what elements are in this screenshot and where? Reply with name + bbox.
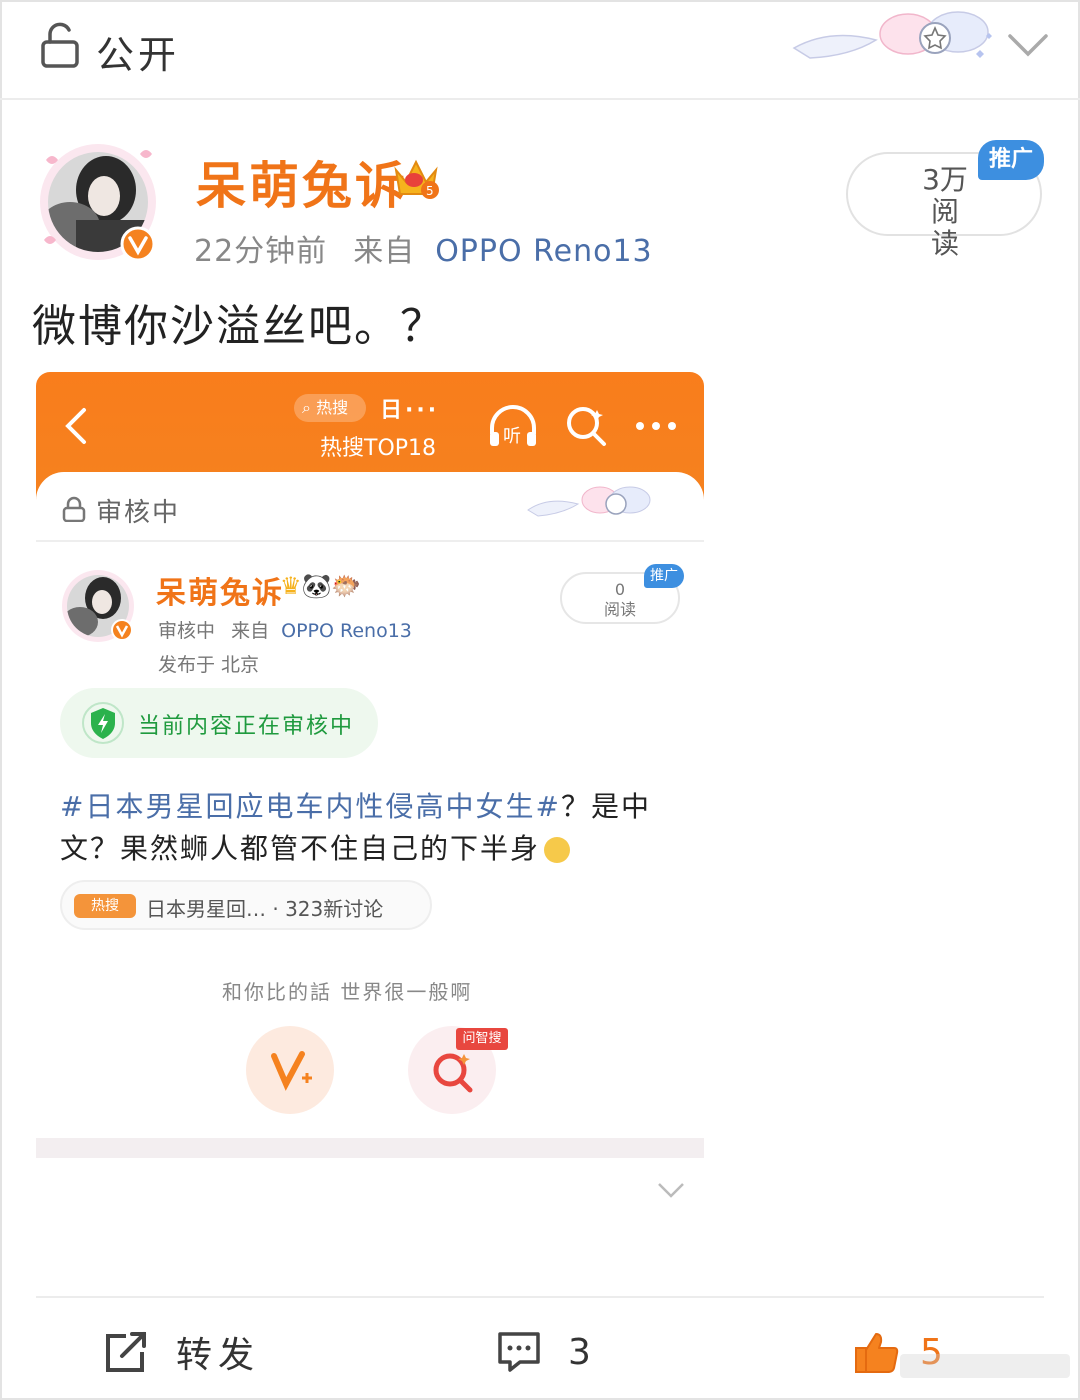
back-arrow-icon (65, 408, 86, 444)
chevron-down-icon[interactable] (1006, 30, 1050, 60)
post-from-label: 来自 (353, 234, 416, 269)
svg-text:5: 5 (426, 184, 434, 198)
hot-search-badge: 热搜 (74, 894, 136, 918)
post-text: 微博你沙溢丝吧。？ (32, 301, 446, 352)
review-notice-text: 当前内容正在审核中 (138, 714, 355, 739)
ribbon-decoration-icon (792, 11, 992, 59)
ribbon-decoration-icon (527, 486, 651, 517)
lock-open-icon (41, 22, 79, 68)
post-time: 22分钟前 (194, 234, 328, 269)
avatar (62, 570, 134, 642)
repost-label: 转发 (176, 1335, 261, 1376)
username[interactable]: 呆萌兔诉 (196, 146, 408, 218)
ask-search-badge: 问智搜 (456, 1028, 508, 1050)
screenshot-promote-badge: 推广 (644, 564, 684, 588)
screenshot-status-label: 审核中 (96, 498, 181, 528)
hot-rank-label: 热搜TOP18 (320, 436, 437, 461)
screenshot-location: 发布于 北京 (158, 654, 260, 676)
review-notice: 当前内容正在审核中 (60, 688, 378, 758)
search-icon (567, 407, 606, 446)
hashtag-link: #日本男星回应电车内性侵高中女生# (60, 790, 561, 823)
hot-topic-text: 日本男星回… · 323新讨论 (146, 897, 384, 921)
emoji-icons: 🐼🐡 (301, 572, 362, 600)
v-plus-icon (271, 1051, 312, 1091)
emoji-badges: ♛🐼🐡 (280, 572, 361, 600)
repost-icon (106, 1332, 146, 1372)
hot-search-pill: ⌕ 热搜 (294, 394, 366, 422)
screenshot-username: 呆萌兔诉 (156, 576, 284, 611)
headphones-icon: 听 (490, 405, 536, 447)
privacy-label: 公开 (96, 33, 181, 77)
hot-search-label: 热搜 (316, 398, 349, 417)
screenshot-content: #日本男星回应电车内性侵高中女生#？是中文？果然蛳人都管不住自己的下半身 (60, 786, 680, 870)
crown-icon: ♛ (280, 572, 302, 600)
comment-icon (498, 1332, 540, 1372)
screenshot-status-bar: 审核中 (36, 472, 704, 542)
post-meta: 22分钟前 来自 OPPO Reno13 (194, 226, 653, 270)
v-plus-button (246, 1026, 334, 1114)
privacy-bar[interactable]: 公开 (0, 0, 1080, 100)
screenshot-meta: 审核中 来自 OPPO Reno13 (158, 616, 412, 643)
search-icon: ⌕ (302, 398, 311, 417)
screenshot-meta-status: 审核中 (158, 620, 216, 642)
more-icon (636, 422, 676, 430)
daily-rank-label: 日··· (380, 398, 440, 423)
smirk-emoji-icon (544, 837, 571, 863)
promote-badge[interactable]: 推广 (978, 140, 1044, 180)
crown-icon: 5 (394, 159, 439, 199)
chevron-down-icon (658, 1183, 684, 1198)
embedded-screenshot[interactable]: ⌕ 热搜 日··· 热搜TOP18 听 审核中 呆萌兔诉 ♛🐼🐡 审核中 来自 … (36, 372, 704, 1222)
repost-button[interactable]: 转发 (104, 1326, 260, 1378)
comment-button[interactable]: 3 (496, 1326, 597, 1378)
screenshot-meta-device: OPPO Reno13 (281, 620, 412, 642)
screenshot-meta-from: 来自 (231, 620, 270, 642)
listen-label: 听 (503, 426, 521, 447)
section-divider (36, 1138, 704, 1158)
thumbs-up-icon (855, 1333, 899, 1373)
action-bar-divider (36, 1296, 1044, 1298)
avatar[interactable] (36, 140, 160, 264)
hot-topic-chip: 热搜 日本男星回… · 323新讨论 (60, 880, 432, 930)
shield-icon (82, 702, 124, 744)
watermark-logo (900, 1354, 1070, 1378)
user-signature: 和你比的話 世界很一般啊 (222, 980, 473, 1004)
post-device[interactable]: OPPO Reno13 (435, 234, 652, 269)
reads-count: 3万 阅读 (922, 163, 968, 260)
comment-count: 3 (568, 1331, 597, 1373)
lock-icon (62, 496, 86, 522)
